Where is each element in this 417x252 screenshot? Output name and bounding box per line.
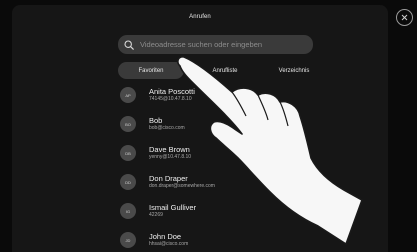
avatar: DB <box>120 145 136 161</box>
list-item[interactable]: DB Dave Brown yenny@10.47.8.10 <box>120 142 191 164</box>
contact-name: Don Draper <box>149 173 188 183</box>
tab-directory[interactable]: Verzeichnis <box>264 62 324 79</box>
list-item[interactable]: DD Don Draper don.draper@somewhere.com <box>120 171 215 193</box>
list-item[interactable]: BO Bob bob@cisco.com <box>120 113 185 135</box>
avatar: JD <box>120 232 136 248</box>
list-item[interactable]: AP Anita Poscotti 74145@10.47.8.10 <box>120 84 195 106</box>
contact-name: Ismail Gulliver <box>149 202 197 212</box>
search-input[interactable]: Videoadresse suchen oder eingeben <box>118 35 313 54</box>
avatar: DD <box>120 174 136 190</box>
contact-address: yenny@10.47.8.10 <box>149 153 192 160</box>
contact-name: John Doe <box>149 231 182 241</box>
avatar: IG <box>120 203 136 219</box>
page-title: Anrufen <box>189 14 211 20</box>
contact-name: Dave Brown <box>149 144 190 154</box>
avatar: BO <box>120 116 136 132</box>
search-placeholder: Videoadresse suchen oder eingeben <box>140 40 263 49</box>
tab-bar: Favoriten Anrufliste Verzeichnis <box>118 62 313 79</box>
contact-name: Bob <box>149 115 163 125</box>
close-icon <box>401 14 408 21</box>
contact-address: 74145@10.47.8.10 <box>149 95 192 102</box>
contact-address: hhsai@cisco.com <box>149 240 189 247</box>
search-icon <box>124 39 134 50</box>
tab-favorites[interactable]: Favoriten <box>118 62 184 79</box>
contact-address: bob@cisco.com <box>149 124 185 131</box>
tab-call-history[interactable]: Anrufliste <box>200 62 250 79</box>
list-item[interactable]: JD John Doe hhsai@cisco.com <box>120 229 188 251</box>
contact-address: 42269 <box>149 211 163 218</box>
contact-address: don.draper@somewhere.com <box>149 182 215 189</box>
call-screen: Anrufen Videoadresse suchen oder eingebe… <box>12 5 388 252</box>
avatar: AP <box>120 87 136 103</box>
list-item[interactable]: IG Ismail Gulliver 42269 <box>120 200 196 222</box>
contact-name: Anita Poscotti <box>149 86 195 96</box>
close-button[interactable] <box>396 9 413 26</box>
